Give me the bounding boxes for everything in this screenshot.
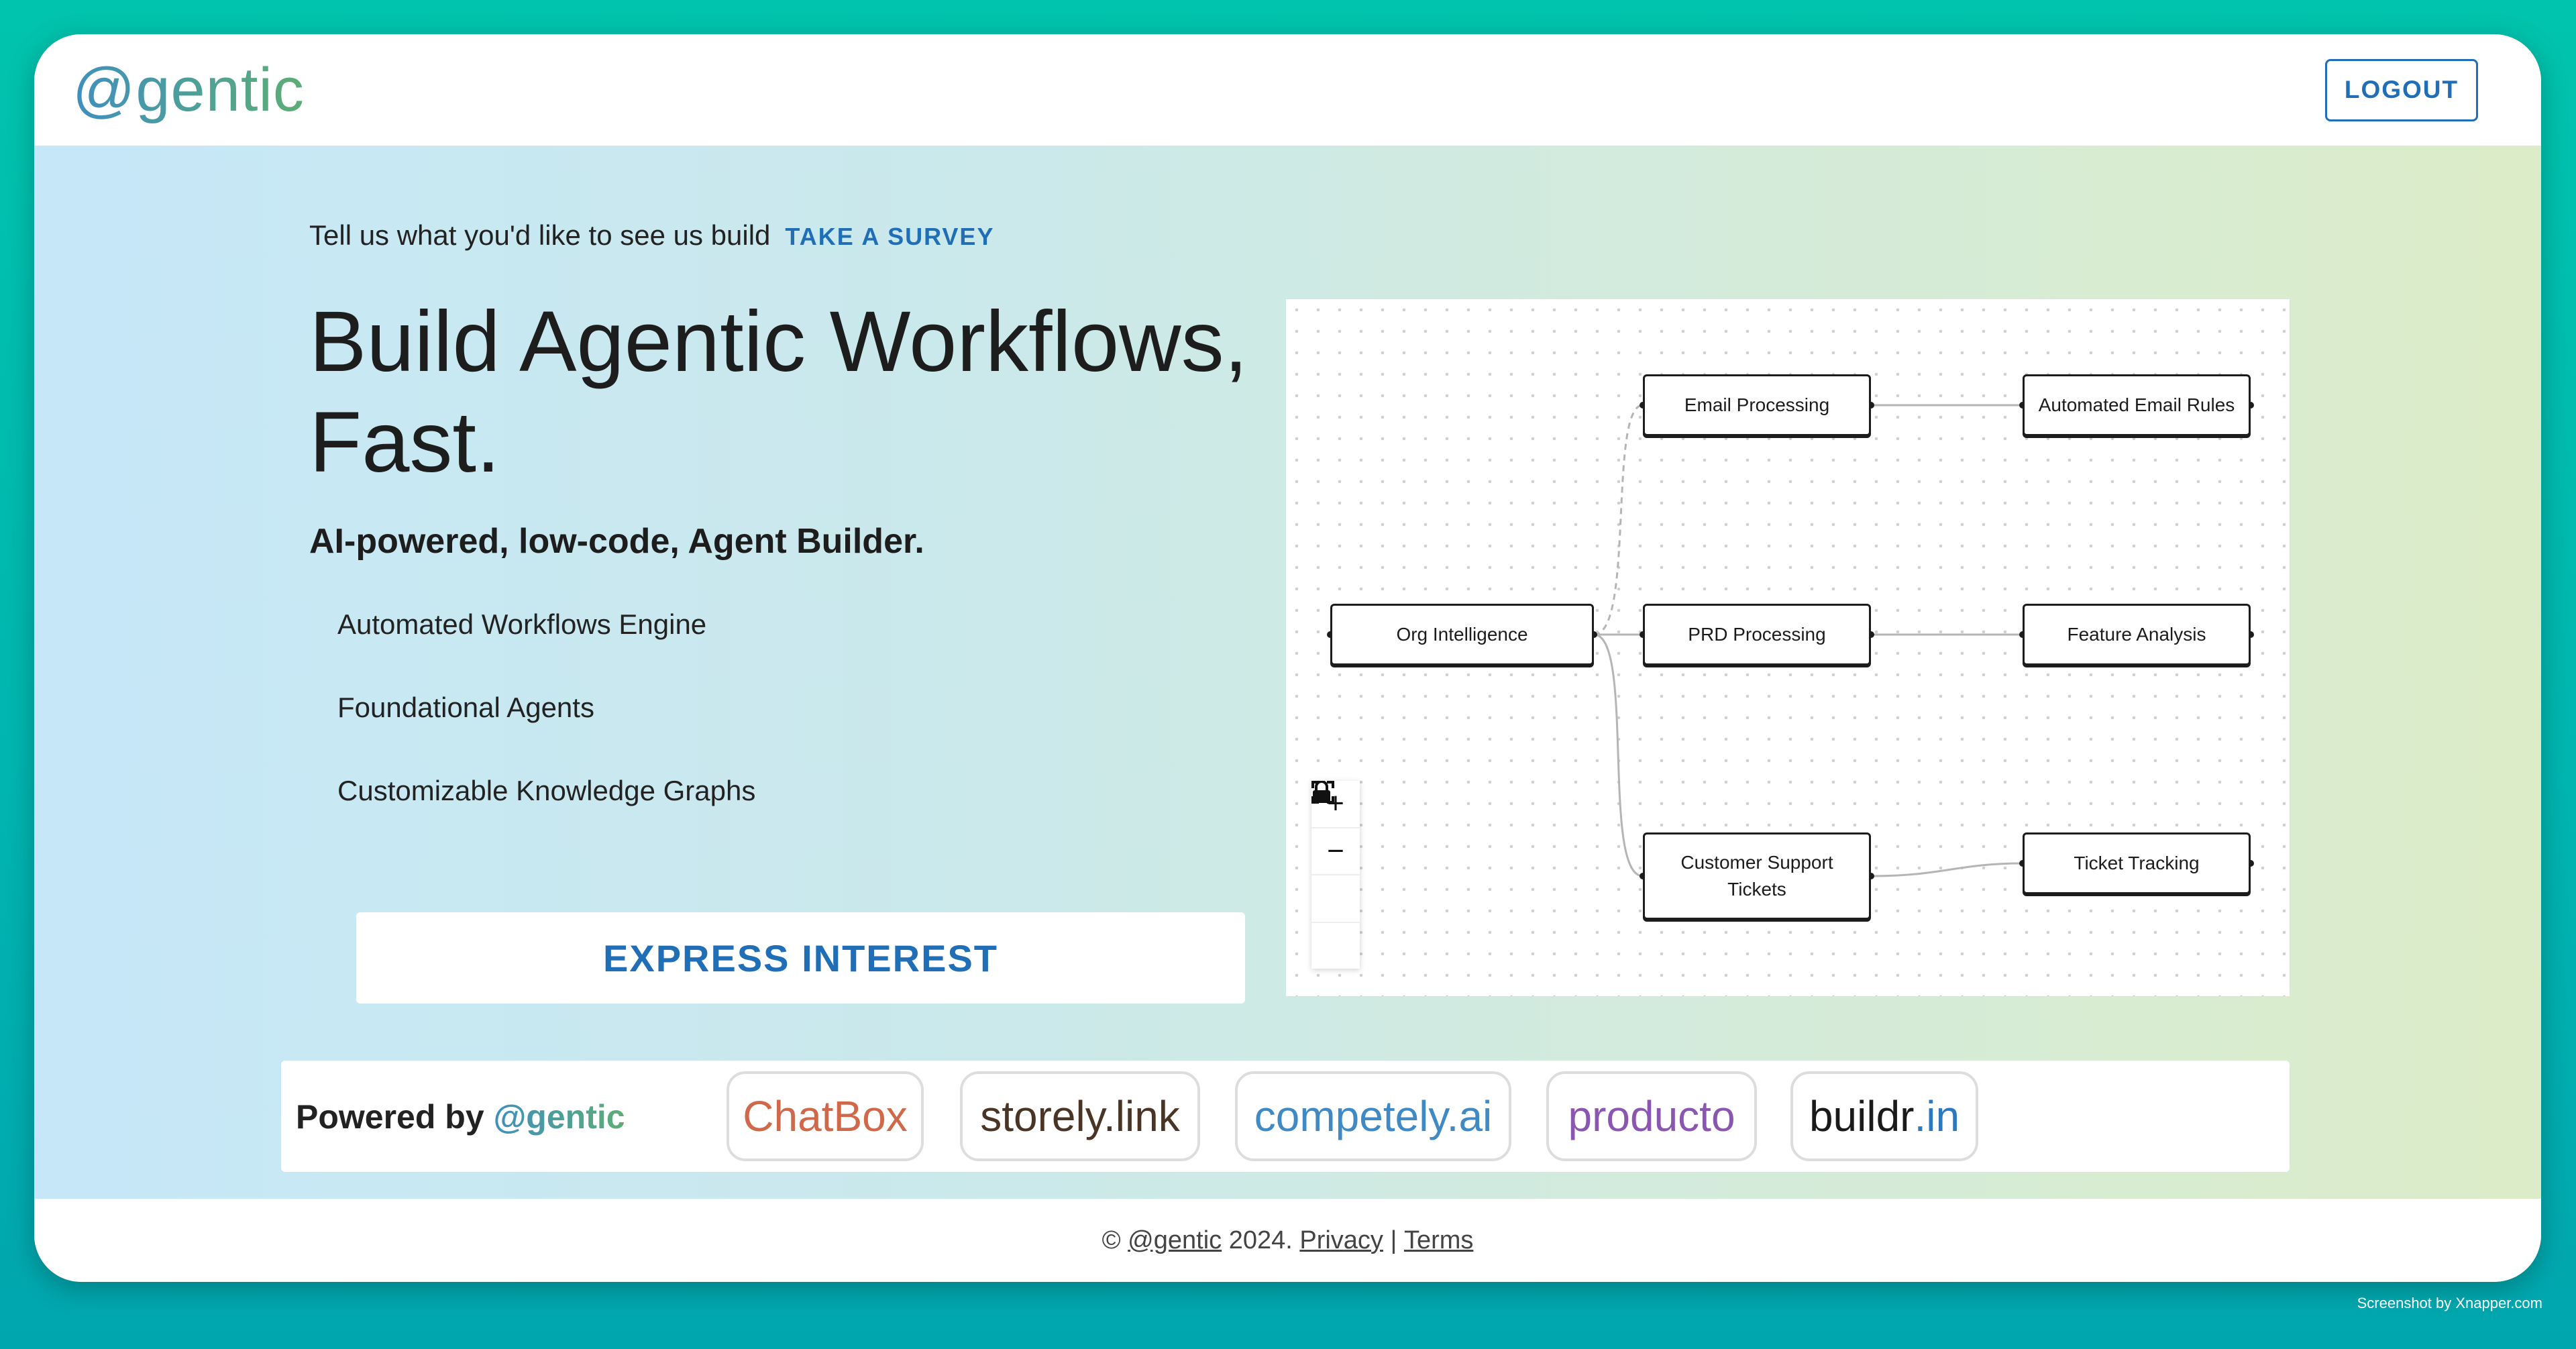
hero-title-line1: Build Agentic Workflows, (309, 294, 1248, 390)
fit-view-icon[interactable] (1311, 781, 1360, 923)
node-ticket-tracking[interactable]: Ticket Tracking (2023, 832, 2251, 894)
node-org-intelligence[interactable]: Org Intelligence (1330, 604, 1594, 665)
feature-item: Customizable Knowledge Graphs (337, 775, 756, 806)
zoom-out-icon[interactable]: − (1311, 828, 1360, 875)
chip-chatbox[interactable]: ChatBox (727, 1071, 924, 1161)
powered-by-brand[interactable]: @gentic (494, 1098, 625, 1136)
chip-buildr-in[interactable]: buildr .in (1790, 1071, 1978, 1161)
chip-label: buildr (1809, 1092, 1915, 1140)
feature-list: Automated Workflows Engine Foundational … (337, 608, 755, 858)
chip-producto[interactable]: producto (1546, 1071, 1757, 1161)
copyright-symbol: © (1102, 1226, 1121, 1254)
node-label-line2: Tickets (1727, 879, 1786, 900)
chip-label: competely.ai (1254, 1092, 1493, 1140)
edge-support-ticket (1870, 862, 2023, 877)
powered-by-bar: Powered by @gentic ChatBox storely.link … (281, 1061, 2290, 1172)
node-customer-support-tickets[interactable]: Customer Support Tickets (1643, 832, 1871, 920)
chip-competely-ai[interactable]: competely.ai (1235, 1071, 1511, 1161)
edge-org-email (1593, 404, 1644, 636)
logo[interactable]: @gentic (72, 55, 305, 125)
footer-separator: | (1390, 1226, 1397, 1254)
app-window: @gentic LOGOUT Tell us what you'd like t… (34, 34, 2541, 1282)
workflow-canvas[interactable]: Org Intelligence Email Processing Automa… (1286, 299, 2290, 996)
node-automated-email-rules[interactable]: Automated Email Rules (2023, 374, 2251, 436)
survey-text: Tell us what you'd like to see us build (309, 219, 771, 251)
privacy-link[interactable]: Privacy (1299, 1226, 1383, 1255)
powered-by-label: Powered by @gentic (296, 1097, 625, 1136)
express-interest-button[interactable]: EXPRESS INTEREST (356, 912, 1245, 1004)
footer: © @gentic 2024. Privacy | Terms (34, 1199, 2541, 1282)
chip-label: storely.link (980, 1092, 1180, 1140)
hero-subtitle: AI-powered, low-code, Agent Builder. (309, 522, 924, 561)
canvas-controls: + − (1311, 781, 1360, 969)
chip-label: ChatBox (743, 1092, 908, 1140)
chip-label-suffix: .in (1914, 1092, 1960, 1140)
node-feature-analysis[interactable]: Feature Analysis (2023, 604, 2251, 665)
take-survey-link[interactable]: TAKE A SURVEY (785, 223, 994, 251)
logout-button[interactable]: LOGOUT (2325, 58, 2478, 121)
node-label-line1: Customer Support (1680, 852, 1833, 873)
survey-row: Tell us what you'd like to see us build … (309, 219, 994, 252)
lock-glyph (1313, 781, 1330, 803)
watermark: Screenshot by Xnapper.com (2357, 1295, 2542, 1311)
powered-by-text: Powered by (296, 1098, 484, 1136)
edge-org-support (1593, 633, 1644, 877)
feature-item: Foundational Agents (337, 692, 594, 723)
lock-icon[interactable] (1311, 781, 1360, 969)
header: @gentic LOGOUT (34, 34, 2541, 146)
chip-storely-link[interactable]: storely.link (960, 1071, 1200, 1161)
hero-title-line2: Fast. (309, 394, 500, 490)
node-email-processing[interactable]: Email Processing (1643, 374, 1871, 436)
hero-title: Build Agentic Workflows, Fast. (309, 292, 1316, 493)
chip-label: producto (1568, 1092, 1735, 1140)
node-prd-processing[interactable]: PRD Processing (1643, 604, 1871, 665)
terms-link[interactable]: Terms (1404, 1226, 1473, 1255)
footer-year: 2024. (1228, 1226, 1293, 1254)
hero-section: Tell us what you'd like to see us build … (34, 146, 2541, 1234)
footer-brand-link[interactable]: @gentic (1128, 1226, 1222, 1255)
feature-item: Automated Workflows Engine (337, 608, 707, 640)
